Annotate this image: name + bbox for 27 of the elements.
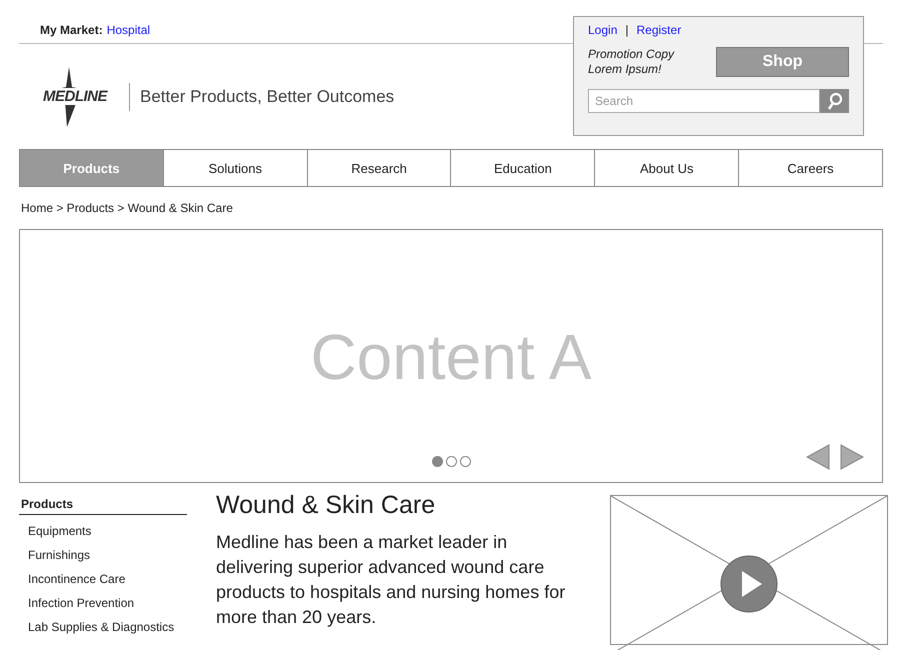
right-arrow-icon[interactable]	[840, 444, 864, 470]
promo-copy: Promotion Copy Lorem Ipsum!	[588, 47, 674, 77]
tagline: Better Products, Better Outcomes	[140, 86, 394, 106]
carousel-dot[interactable]	[432, 456, 442, 467]
sidebar-item[interactable]: Equipments	[19, 524, 187, 539]
breadcrumb: Home > Products > Wound & Skin Care	[20, 200, 234, 217]
sidebar-item[interactable]: Infection Prevention	[19, 596, 187, 611]
link-separator: |	[625, 23, 628, 37]
play-icon[interactable]	[720, 555, 778, 613]
sidebar-item[interactable]: Incontinence Care	[19, 572, 187, 587]
carousel-title: Content A	[310, 320, 592, 394]
article-title: Wound & Skin Care	[216, 491, 436, 520]
left-arrow-icon[interactable]	[806, 444, 830, 470]
article-body: Medline has been a market leader in delivering superior advanced wound care products to hospitals and nursing homes for more than 20 years.	[216, 531, 566, 629]
carousel-dot[interactable]	[446, 456, 456, 467]
register-link[interactable]: Register	[636, 23, 682, 37]
sidebar-title: Products	[19, 493, 187, 515]
logo-wordmark: MEDLINE	[42, 88, 108, 105]
carousel-dot[interactable]	[460, 456, 470, 467]
search-field[interactable]: Search	[588, 89, 820, 113]
sidebar-item[interactable]: Furnishings	[19, 548, 187, 563]
search-button[interactable]	[820, 89, 849, 113]
login-link[interactable]: Login	[588, 23, 618, 37]
market-link[interactable]: Hospital	[106, 22, 150, 36]
search-icon	[826, 92, 842, 110]
market-label: My Market:	[40, 22, 103, 36]
sidebar-item[interactable]: Lab Supplies & Diagnostics	[19, 620, 187, 635]
